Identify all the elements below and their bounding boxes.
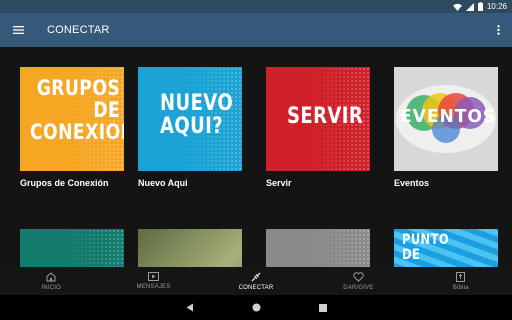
- battery-icon: [477, 2, 483, 11]
- card-image: [20, 229, 124, 267]
- nav-item-mensajes[interactable]: MENSAJES: [102, 267, 204, 295]
- card-image: EVENTOS: [394, 67, 498, 171]
- home-icon: [46, 271, 56, 281]
- page-title: CONECTAR: [47, 24, 110, 36]
- nav-label: INICIO: [41, 284, 61, 291]
- card-image: [138, 229, 242, 267]
- nav-label: Biblia: [452, 284, 469, 291]
- tile-text: SERVIR: [287, 104, 364, 129]
- card-image: SERVIR: [266, 67, 370, 171]
- overflow-menu-button[interactable]: [494, 23, 502, 37]
- status-time: 10:26: [486, 2, 507, 11]
- card-image: GRUPOS DE CONEXION: [20, 67, 124, 171]
- tile-text: PUNTO DE: [402, 232, 449, 264]
- more-vertical-icon: [496, 25, 500, 35]
- nav-label: MENSAJES: [136, 284, 171, 290]
- nav-label: DAR/GIVE: [343, 284, 374, 291]
- card-grupos-de-conexion[interactable]: GRUPOS DE CONEXION Grupos de Conexión: [20, 67, 124, 188]
- card-label: Grupos de Conexión: [20, 178, 109, 188]
- nav-item-inicio[interactable]: INICIO: [0, 267, 102, 295]
- wifi-icon: [452, 3, 462, 11]
- bottom-navigation: INICIO MENSAJES CONECTAR DAR/GIVE Biblia: [0, 267, 512, 295]
- card-image: [266, 229, 370, 267]
- bible-icon: [456, 271, 466, 282]
- card-row2-3[interactable]: [266, 229, 370, 267]
- system-navigation-bar: [0, 295, 512, 320]
- back-icon[interactable]: [186, 303, 194, 312]
- status-bar: 10:26: [0, 0, 512, 13]
- card-nuevo-aqui[interactable]: NUEVO AQUI? Nuevo Aqui: [138, 67, 242, 188]
- recents-icon[interactable]: [318, 303, 327, 312]
- content-grid: GRUPOS DE CONEXION Grupos de Conexión NU…: [0, 47, 512, 267]
- nav-label: CONECTAR: [238, 284, 274, 291]
- tile-text: NUEVO AQUI?: [160, 91, 234, 140]
- card-label: Eventos: [394, 178, 430, 188]
- app-bar: CONECTAR: [0, 13, 512, 47]
- card-label: Servir: [266, 178, 292, 188]
- hamburger-menu-icon: [12, 26, 24, 34]
- tile-text: EVENTOS: [400, 106, 497, 127]
- video-icon: [148, 272, 160, 281]
- card-eventos[interactable]: EVENTOS Eventos: [394, 67, 498, 188]
- card-row2-4[interactable]: PUNTO DE: [394, 229, 498, 267]
- tile-text: GRUPOS DE CONEXION: [30, 76, 124, 145]
- nav-item-dar-give[interactable]: DAR/GIVE: [307, 267, 409, 295]
- heart-icon: [353, 271, 364, 282]
- nav-item-biblia[interactable]: Biblia: [410, 267, 512, 295]
- menu-button[interactable]: [0, 13, 36, 47]
- connect-icon: [251, 272, 261, 281]
- home-circle-icon[interactable]: [252, 303, 261, 312]
- card-servir[interactable]: SERVIR Servir: [266, 67, 370, 188]
- signal-icon: [465, 2, 474, 11]
- card-image: NUEVO AQUI?: [138, 67, 242, 171]
- card-image: PUNTO DE: [394, 229, 498, 267]
- card-label: Nuevo Aqui: [138, 178, 188, 188]
- nav-item-conectar[interactable]: CONECTAR: [205, 267, 307, 295]
- card-row2-1[interactable]: [20, 229, 124, 267]
- card-row2-2[interactable]: [138, 229, 242, 267]
